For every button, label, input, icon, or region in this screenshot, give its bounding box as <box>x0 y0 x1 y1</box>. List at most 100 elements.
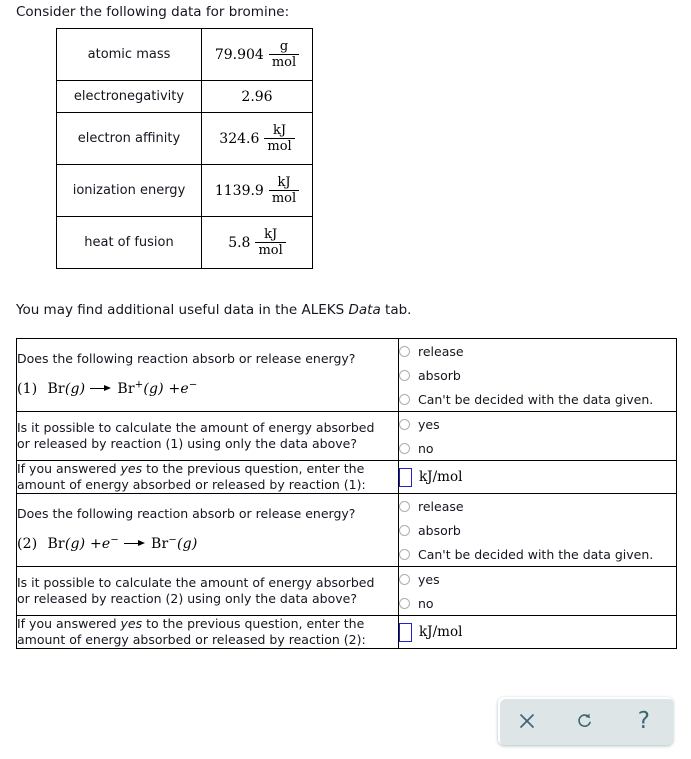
radio-button-icon[interactable] <box>399 393 410 405</box>
question-cell-r1-direction: Does the following reaction absorb or re… <box>16 338 399 412</box>
radio-button-icon[interactable] <box>399 597 410 609</box>
radio-option-r2-undecidable[interactable]: Can't be decided with the data given. <box>399 542 676 566</box>
product-charge: − <box>168 533 177 545</box>
table-row: atomic mass 79.904 g mol <box>56 28 313 81</box>
note-emphasis: Data <box>348 302 381 318</box>
value-number: 2.96 <box>241 88 273 105</box>
close-icon <box>520 714 535 728</box>
product-species: Br <box>151 535 169 552</box>
radio-button-icon[interactable] <box>399 345 410 357</box>
reaction-arrow-icon <box>124 539 146 548</box>
radio-button-icon[interactable] <box>399 418 410 430</box>
radio-option-r1-undecidable[interactable]: Can't be decided with the data given. <box>399 387 676 411</box>
radio-option-r1-absorb[interactable]: absorb <box>399 363 676 387</box>
reactant-state: (g) <box>64 380 86 397</box>
intro-prompt: Consider the following data for bromine: <box>16 4 290 20</box>
property-value: 79.904 g mol <box>201 28 313 81</box>
question-text: Does the following reaction absorb or re… <box>17 350 356 366</box>
property-label: atomic mass <box>56 28 202 81</box>
product-species: Br <box>117 380 135 397</box>
property-label: electronegativity <box>56 80 202 113</box>
unit-fraction: kJ mol <box>268 174 300 206</box>
question-mark-icon: ? <box>637 707 650 734</box>
text-after-emphasis: to the previous question, enter the <box>142 616 365 631</box>
radio-option-label: yes <box>418 416 440 432</box>
reactant-species: Br <box>47 535 65 552</box>
reactant-species: Br <box>47 380 65 397</box>
question-text-line1: If you answered yes to the previous ques… <box>17 616 398 632</box>
energy-answer-r1: kJ/mol <box>399 462 676 492</box>
table-row: electron affinity 324.6 kJ mol <box>56 112 313 165</box>
radio-button-icon[interactable] <box>399 524 410 536</box>
table-row: Is it possible to calculate the amount o… <box>16 566 677 616</box>
unit-numerator: kJ <box>273 122 287 138</box>
question-cell-r2-direction: Does the following reaction absorb or re… <box>16 493 399 567</box>
radio-option-r2-no[interactable]: no <box>399 591 676 615</box>
radio-option-r2-absorb[interactable]: absorb <box>399 518 676 542</box>
answer-cell-r1-direction: release absorb Can't be decided with the… <box>398 338 677 412</box>
table-row: heat of fusion 5.8 kJ mol <box>56 216 313 269</box>
radio-option-r1-no[interactable]: no <box>399 436 676 460</box>
text-after-emphasis: to the previous question, enter the <box>142 461 365 476</box>
radio-button-icon[interactable] <box>399 369 410 381</box>
radio-option-label: Can't be decided with the data given. <box>418 391 654 407</box>
property-label: heat of fusion <box>56 216 202 269</box>
note-text-before: You may find additional useful data in t… <box>16 302 349 318</box>
note-text-after: tab. <box>380 302 412 318</box>
radio-option-r2-release[interactable]: release <box>399 494 676 518</box>
radio-option-label: release <box>418 498 464 514</box>
value-number: 79.904 <box>214 46 264 63</box>
answer-toolbar: ? <box>498 697 673 745</box>
table-row: electronegativity 2.96 <box>56 80 313 113</box>
answer-cell-r2-amount: kJ/mol <box>398 615 677 649</box>
bromine-data-table: atomic mass 79.904 g mol electronegativi… <box>56 28 313 269</box>
energy-answer-r2: kJ/mol <box>399 617 676 647</box>
table-row: If you answered yes to the previous ques… <box>16 615 677 649</box>
radio-button-icon[interactable] <box>399 548 410 560</box>
radio-option-label: Can't be decided with the data given. <box>418 546 654 562</box>
value-number: 1139.9 <box>214 182 264 199</box>
product-state: (g) <box>143 380 164 397</box>
reaction-arrow-icon <box>90 384 112 393</box>
question-text-line2: or released by reaction (2) using only t… <box>17 591 357 606</box>
question-cell-r2-possible: Is it possible to calculate the amount o… <box>16 566 399 616</box>
value-number: 5.8 <box>228 234 251 251</box>
radio-option-r2-yes[interactable]: yes <box>399 567 676 591</box>
radio-option-r1-yes[interactable]: yes <box>399 412 676 436</box>
reactant-state: (g) <box>64 535 86 552</box>
energy-input-r1[interactable] <box>399 467 412 487</box>
unit-numerator: kJ <box>264 226 278 242</box>
reaction-questions-table: Does the following reaction absorb or re… <box>16 338 677 649</box>
unit-denominator: mol <box>268 190 300 205</box>
unit-numerator: kJ <box>277 174 291 190</box>
radio-button-icon[interactable] <box>399 442 410 454</box>
text-before-emphasis: If you answered <box>17 616 121 631</box>
equation-plus: + <box>89 535 102 552</box>
text-before-emphasis: If you answered <box>17 461 121 476</box>
energy-unit-label: kJ/mol <box>419 624 463 640</box>
energy-input-r2[interactable] <box>399 622 412 642</box>
property-value: 5.8 kJ mol <box>201 216 313 269</box>
equation-number: (2) <box>17 535 38 552</box>
radio-button-icon[interactable] <box>399 573 410 585</box>
undo-arrow-icon <box>578 713 592 727</box>
reaction-equation-1: (1) Br(g) Br+(g) +e− <box>17 379 398 397</box>
radio-button-icon[interactable] <box>399 500 410 512</box>
electron-symbol: e <box>180 380 189 397</box>
reset-button[interactable] <box>563 701 607 741</box>
unit-fraction: kJ mol <box>264 122 295 154</box>
energy-unit-label: kJ/mol <box>419 469 463 485</box>
table-row: If you answered yes to the previous ques… <box>16 460 677 494</box>
table-row: ionization energy 1139.9 kJ mol <box>56 164 313 217</box>
unit-fraction: kJ mol <box>255 226 286 258</box>
unit-denominator: mol <box>268 54 300 69</box>
radio-option-r1-release[interactable]: release <box>399 339 676 363</box>
radio-option-label: no <box>418 595 434 611</box>
unit-fraction: g mol <box>268 40 300 70</box>
question-cell-r2-amount: If you answered yes to the previous ques… <box>16 615 399 649</box>
help-button[interactable]: ? <box>622 701 666 741</box>
reaction-equation-2: (2) Br(g) +e− Br−(g) <box>17 533 398 552</box>
aleks-data-tab-note: You may find additional useful data in t… <box>16 302 411 318</box>
question-text-line2: amount of energy absorbed or released by… <box>17 632 366 647</box>
clear-button[interactable] <box>505 701 549 741</box>
